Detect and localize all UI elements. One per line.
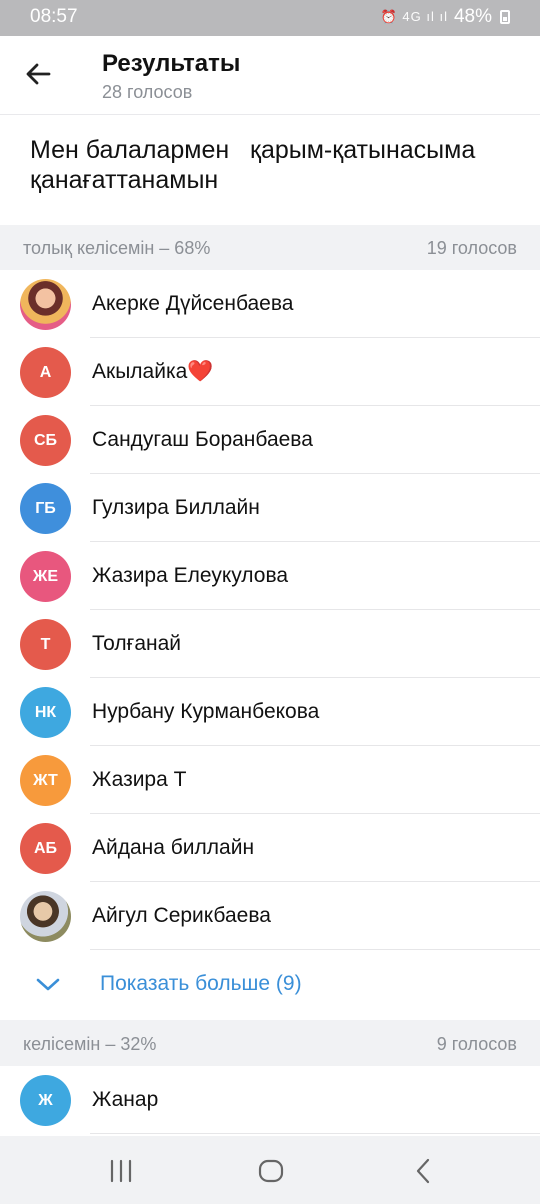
voter-name: Сандугаш Боранбаева bbox=[92, 428, 313, 451]
voter-name: Айдана биллайн bbox=[92, 836, 255, 859]
voter-name: Акылайка❤️ bbox=[92, 360, 214, 383]
back-nav-icon[interactable] bbox=[408, 1156, 438, 1186]
recent-apps-icon[interactable] bbox=[106, 1156, 136, 1186]
home-icon[interactable] bbox=[256, 1156, 286, 1186]
voter-list-fully-agree: Акерке Дүйсенбаева А Акылайка❤️ СБ Санду… bbox=[0, 270, 540, 1020]
page-title: Результаты bbox=[102, 50, 241, 77]
voter-name: Жанар bbox=[92, 1088, 159, 1111]
show-more-button[interactable]: Показать больше (9) bbox=[0, 950, 540, 1020]
option-header-agree: келісемін – 32% 9 голосов bbox=[0, 1022, 540, 1066]
voter-row[interactable]: АБ Айдана биллайн bbox=[0, 814, 540, 882]
avatar: НК bbox=[20, 687, 71, 738]
status-time: 08:57 bbox=[30, 6, 78, 27]
avatar: ГБ bbox=[20, 483, 71, 534]
battery-icon bbox=[500, 10, 510, 24]
avatar: Т bbox=[20, 619, 71, 670]
poll-question-block: Мен балалармен қарым-қатынасыма қанағатт… bbox=[0, 115, 540, 225]
option-vote-count: 19 голосов bbox=[426, 238, 517, 258]
voter-row[interactable]: Т Толғанай bbox=[0, 610, 540, 678]
voter-name: Акерке Дүйсенбаева bbox=[92, 292, 294, 315]
status-indicators: ⏰ 4G ıl ıl 48% bbox=[381, 6, 510, 28]
show-more-label: Показать больше (9) bbox=[100, 972, 302, 995]
status-bar: 08:57 ⏰ 4G ıl ıl 48% bbox=[0, 0, 540, 36]
avatar bbox=[20, 279, 71, 330]
option-vote-count: 9 голосов bbox=[436, 1034, 517, 1054]
voter-row[interactable]: СБ Сандугаш Боранбаева bbox=[0, 406, 540, 474]
back-arrow-icon[interactable] bbox=[22, 58, 54, 90]
avatar: ЖТ bbox=[20, 755, 71, 806]
voter-name: Жазира Елеукулова bbox=[92, 564, 289, 587]
divider bbox=[90, 1133, 540, 1134]
voter-list-agree: Ж Жанар bbox=[0, 1066, 540, 1136]
voter-row[interactable]: ГБ Гулзира Биллайн bbox=[0, 474, 540, 542]
avatar: СБ bbox=[20, 415, 71, 466]
voter-row[interactable]: Айгул Серикбаева bbox=[0, 882, 540, 950]
voter-row[interactable]: НК Нурбану Курманбекова bbox=[0, 678, 540, 746]
voter-row[interactable]: Ж Жанар bbox=[0, 1066, 540, 1134]
voter-name: Жазира Т bbox=[92, 768, 187, 791]
app-header: Результаты 28 голосов bbox=[0, 36, 540, 115]
voter-name: Айгул Серикбаева bbox=[92, 904, 271, 927]
avatar: А bbox=[20, 347, 71, 398]
voter-name: Гулзира Биллайн bbox=[92, 496, 260, 519]
option-header-fully-agree: толық келісемін – 68% 19 голосов bbox=[0, 226, 540, 270]
chevron-down-icon bbox=[36, 978, 60, 991]
poll-question: Мен балалармен қарым-қатынасыма қанағатт… bbox=[30, 136, 483, 194]
avatar: Ж bbox=[20, 1075, 71, 1126]
voter-name: Нурбану Курманбекова bbox=[92, 700, 320, 723]
system-nav-bar bbox=[0, 1136, 540, 1204]
voter-row[interactable]: ЖТ Жазира Т bbox=[0, 746, 540, 814]
voter-row[interactable]: Акерке Дүйсенбаева bbox=[0, 270, 540, 338]
avatar bbox=[20, 891, 71, 942]
avatar: АБ bbox=[20, 823, 71, 874]
vote-total: 28 голосов bbox=[102, 82, 193, 102]
voter-name: Толғанай bbox=[92, 632, 182, 655]
signal-icons: ⏰ 4G ıl ıl bbox=[380, 9, 448, 24]
voter-row[interactable]: А Акылайка❤️ bbox=[0, 338, 540, 406]
option-label: толық келісемін – 68% bbox=[23, 238, 211, 258]
avatar: ЖЕ bbox=[20, 551, 71, 602]
voter-row[interactable]: ЖЕ Жазира Елеукулова bbox=[0, 542, 540, 610]
battery-level: 48% bbox=[453, 6, 492, 27]
option-label: келісемін – 32% bbox=[23, 1034, 157, 1054]
